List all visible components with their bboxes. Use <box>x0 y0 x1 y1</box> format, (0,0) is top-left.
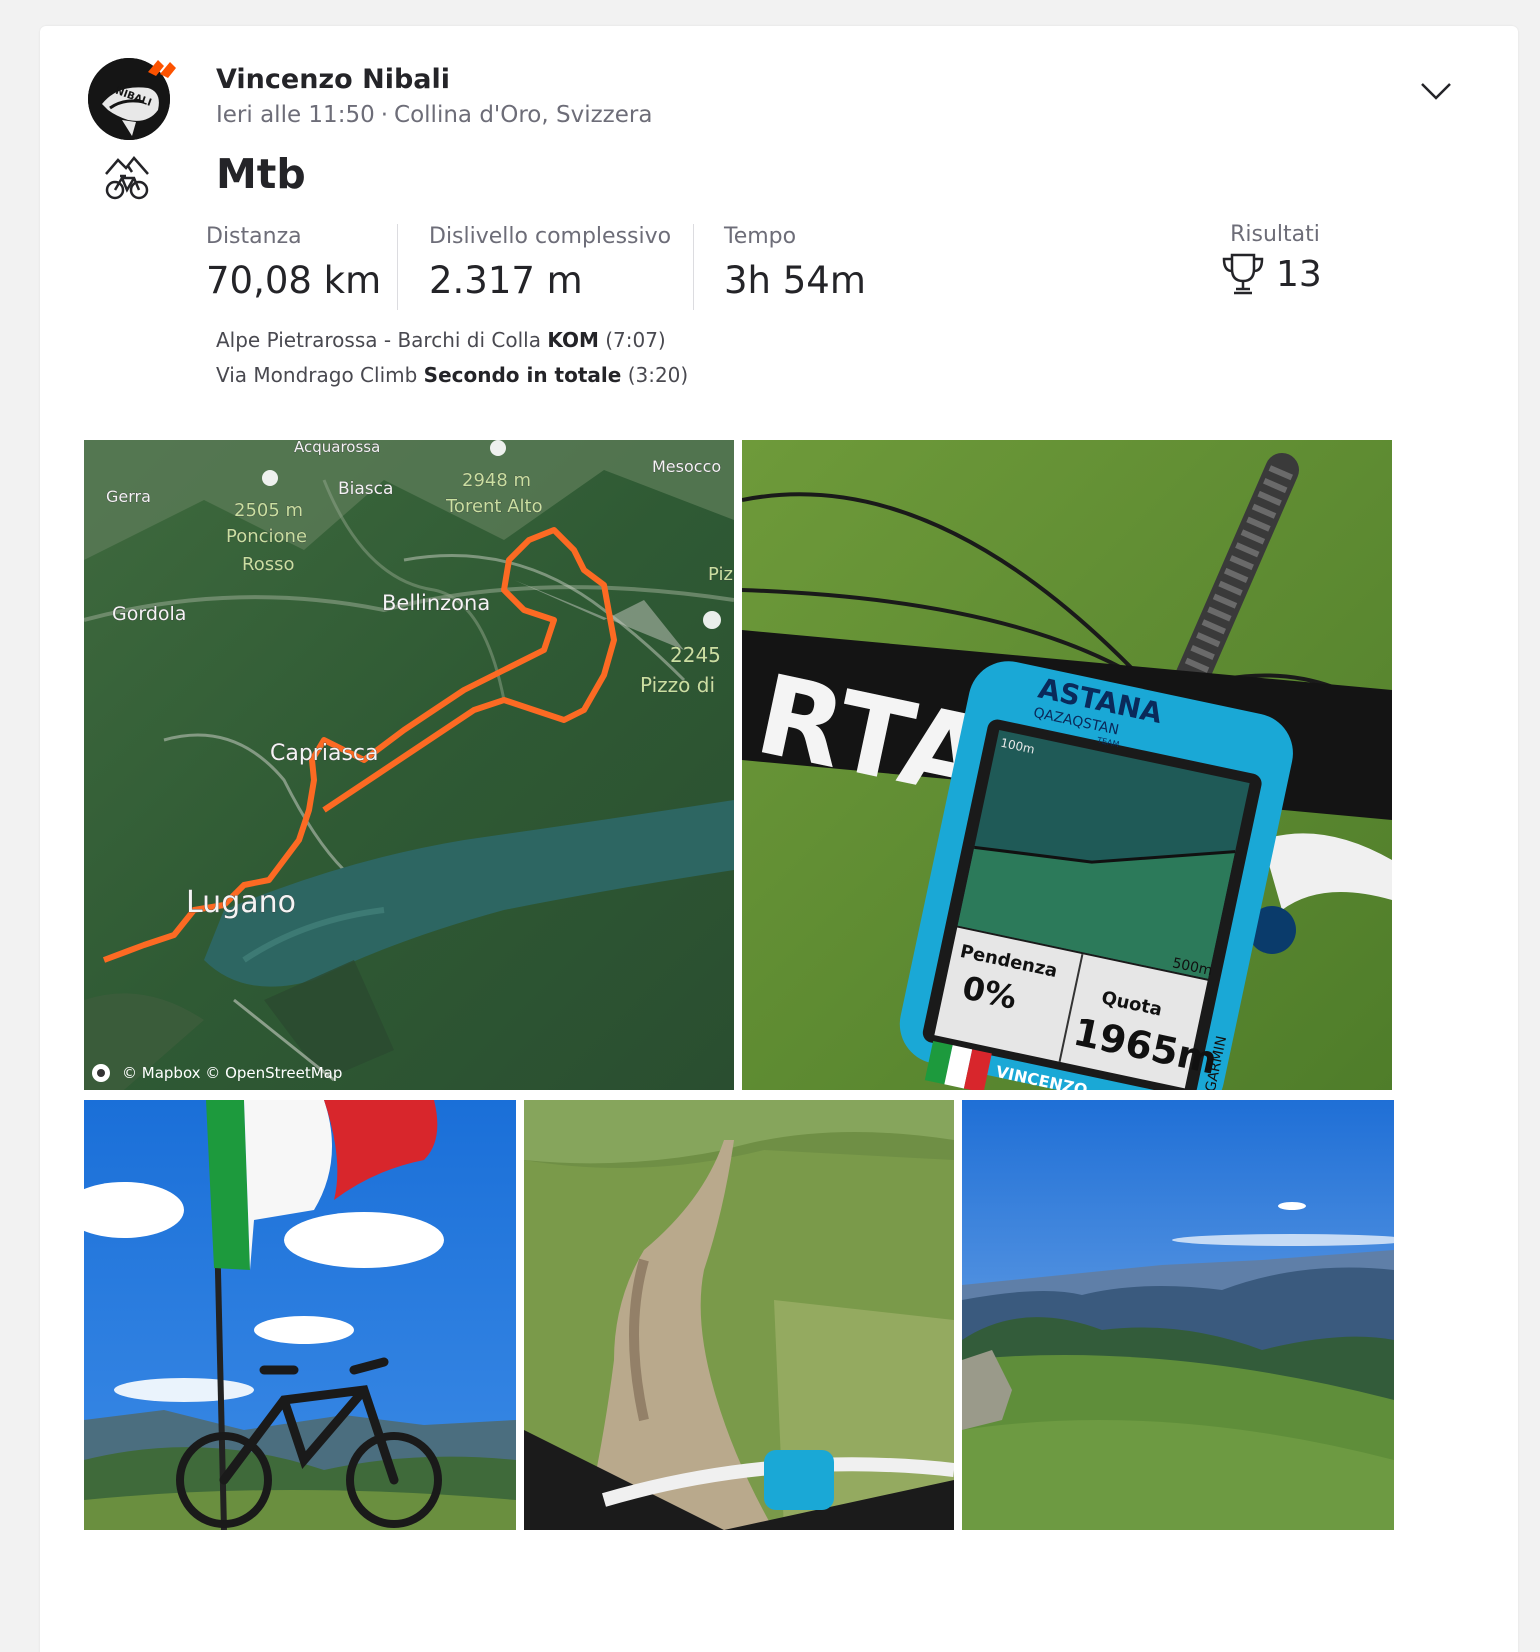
segment-name: Via Mondrago Climb <box>216 363 418 387</box>
activity-title[interactable]: Mtb <box>216 150 306 198</box>
map-label: Capriasca <box>270 741 379 766</box>
map-canvas: Acquarossa Mesocco Gerra Biasca 2948 m T… <box>84 440 734 1090</box>
map-attribution[interactable]: © Mapbox © OpenStreetMap <box>92 1064 342 1082</box>
map-label: Rosso <box>242 554 294 575</box>
stat-value: 70,08 km <box>206 259 382 302</box>
results-label: Risultati <box>1230 222 1320 247</box>
stat-label: Dislivello complessivo <box>429 224 672 249</box>
trail-photo[interactable] <box>524 1100 954 1530</box>
map-label: Acquarossa <box>294 440 380 456</box>
athlete-avatar[interactable]: NIBALI <box>88 58 176 140</box>
results-count: 13 <box>1276 253 1322 295</box>
map-label: Torent Alto <box>445 496 543 517</box>
map-label: 2245 <box>670 643 721 667</box>
map-label: 2505 m <box>234 500 303 521</box>
map-label: Gordola <box>112 603 186 625</box>
map-label: Mesocco <box>652 457 721 476</box>
stat-divider <box>693 224 694 310</box>
stat-value: 3h 54m <box>724 259 866 302</box>
map-label: Gerra <box>106 487 151 506</box>
segment-name: Alpe Pietrarossa - Barchi di Colla <box>216 328 541 352</box>
stat-elevation: Dislivello complessivo 2.317 m <box>429 224 671 302</box>
stat-label: Tempo <box>724 224 797 249</box>
stat-value: 2.317 m <box>429 259 583 302</box>
trophy-icon <box>1222 253 1264 295</box>
map-attribution-text: © Mapbox © OpenStreetMap <box>122 1064 343 1082</box>
stat-time: Tempo 3h 54m <box>724 224 866 302</box>
activity-card: NIBALI Vincenzo Nibali Ieri alle 11:50 · C… <box>40 26 1518 1652</box>
map-label: Piz <box>708 564 733 585</box>
segment-achievement[interactable]: Via Mondrago Climb Secondo in totale (3:… <box>216 363 688 387</box>
meta-separator: · <box>380 102 389 128</box>
activity-meta: Ieri alle 11:50 · Collina d'Oro, Svizzera <box>216 102 652 128</box>
map-label: Bellinzona <box>382 591 490 615</box>
segment-award: KOM <box>547 328 599 352</box>
activity-date: Ieri alle 11:50 <box>216 102 375 128</box>
valley-photo[interactable] <box>962 1100 1394 1530</box>
gps-unit-image: RTA ASTANA QAZAQSTAN TEAM 100m 500m Pend… <box>742 440 1392 1090</box>
segment-time: (7:07) <box>605 328 666 352</box>
athlete-name[interactable]: Vincenzo Nibali <box>216 64 450 95</box>
map-label: 2948 m <box>462 470 531 491</box>
stat-label: Distanza <box>206 224 302 249</box>
stat-divider <box>397 224 398 310</box>
map-label: Biasca <box>338 479 393 499</box>
chevron-down-icon[interactable] <box>1416 74 1456 110</box>
activity-location: Collina d'Oro, Svizzera <box>394 102 653 128</box>
map-label: Pizzo di <box>640 673 715 697</box>
map-label: Poncione <box>226 526 307 547</box>
results-link[interactable]: Risultati 13 <box>1220 222 1330 297</box>
stat-distance: Distanza 70,08 km <box>206 224 381 302</box>
trail-image <box>524 1100 954 1530</box>
map-label: Lugano <box>186 885 296 920</box>
gps-unit-photo[interactable]: RTA ASTANA QAZAQSTAN TEAM 100m 500m Pend… <box>742 440 1392 1090</box>
flag-bike-photo[interactable] <box>84 1100 516 1530</box>
mapbox-logo-icon <box>92 1064 110 1082</box>
segment-achievement[interactable]: Alpe Pietrarossa - Barchi di Colla KOM (… <box>216 328 666 352</box>
segment-time: (3:20) <box>627 363 689 387</box>
route-map[interactable]: Acquarossa Mesocco Gerra Biasca 2948 m T… <box>84 440 734 1090</box>
flag-bike-image <box>84 1100 516 1530</box>
segment-award: Secondo in totale <box>423 363 622 387</box>
valley-image <box>962 1100 1394 1530</box>
mountain-bike-icon <box>105 156 149 200</box>
